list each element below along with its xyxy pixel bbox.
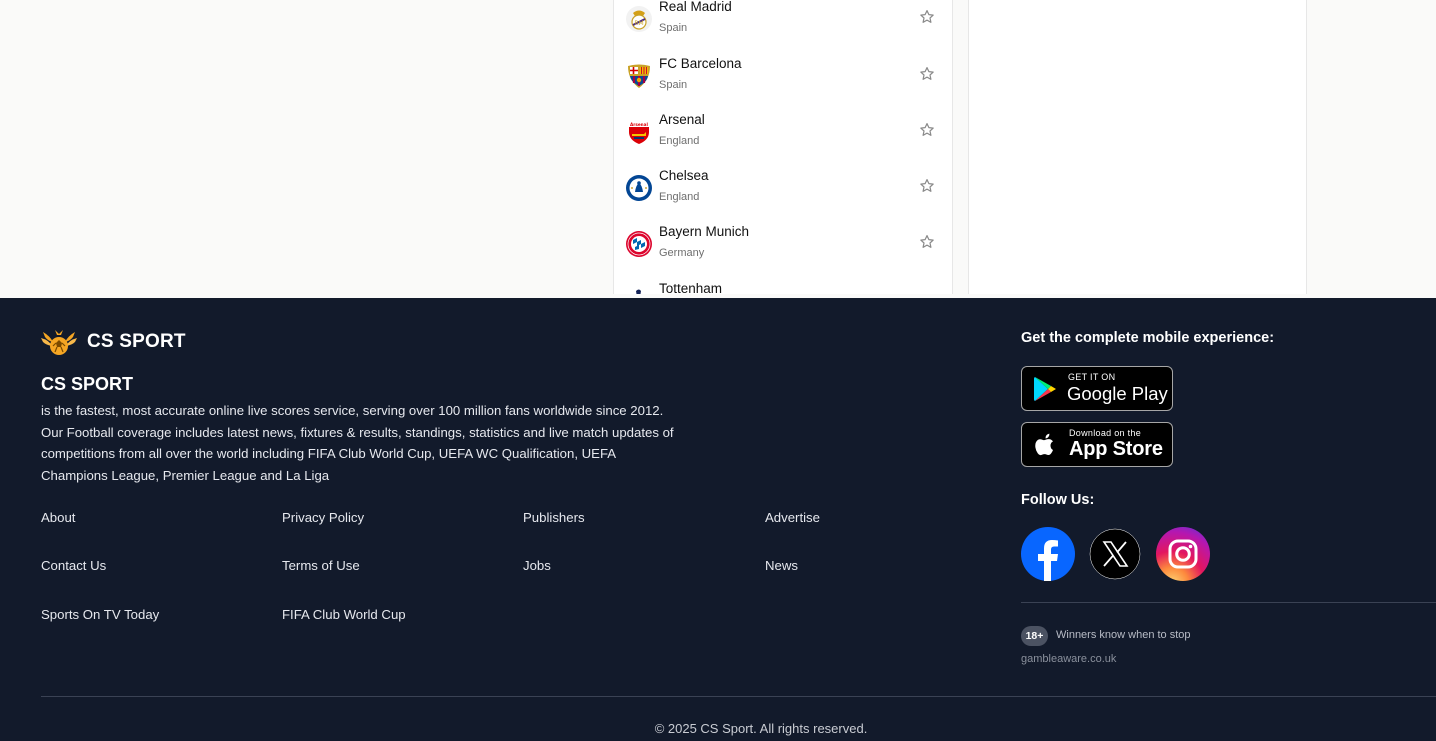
brand-heading: CS SPORT <box>41 374 134 394</box>
winged-ball-logo-icon <box>41 326 77 358</box>
fc-barcelona-crest <box>625 62 653 90</box>
star-outline-icon[interactable] <box>919 178 935 194</box>
star-outline-icon[interactable] <box>919 66 935 82</box>
google-play-icon <box>1031 375 1059 403</box>
google-play-big-text: Google Play <box>1067 383 1168 404</box>
logo-text: CS SPORT <box>87 331 186 352</box>
team-name: Bayern Munich <box>659 224 750 239</box>
team-name: Real Madrid <box>659 0 732 14</box>
site-footer: CS SPORT CS SPORT is the fastest, most a… <box>0 298 1436 741</box>
team-row[interactable]: Arsenal Arsenal England <box>614 112 952 168</box>
google-play-button[interactable]: GET IT ON Google Play <box>1021 366 1173 411</box>
google-play-small-text: GET IT ON <box>1068 372 1116 382</box>
team-row[interactable]: RM Real Madrid Spain <box>614 0 952 55</box>
footer-link-terms-of-use[interactable]: Terms of Use <box>282 558 360 573</box>
team-country: Germany <box>659 247 705 259</box>
side-panel <box>968 0 1307 294</box>
copyright-text: © 2025 CS Sport. All rights reserved. <box>654 721 868 736</box>
popular-teams-list: RM Real Madrid Spain FC Barcelona Spain … <box>613 0 953 294</box>
app-store-big-text: App Store <box>1069 438 1163 460</box>
gambleaware-link[interactable]: gambleaware.co.uk <box>1021 653 1116 665</box>
star-outline-icon[interactable] <box>919 9 935 25</box>
footer-link-privacy-policy[interactable]: Privacy Policy <box>282 510 364 525</box>
main-content: RM Real Madrid Spain FC Barcelona Spain … <box>0 0 1436 298</box>
footer-bottom-divider <box>41 696 1436 697</box>
footer-link-publishers[interactable]: Publishers <box>523 510 585 525</box>
svg-text:RM: RM <box>634 20 643 27</box>
brand-description: is the fastest, most accurate online liv… <box>41 403 674 483</box>
follow-us-title: Follow Us: <box>1021 492 1095 508</box>
apple-icon <box>1031 431 1059 459</box>
footer-link-contact-us[interactable]: Contact Us <box>41 558 106 573</box>
footer-link-news[interactable]: News <box>765 558 798 573</box>
star-outline-icon[interactable] <box>919 122 935 138</box>
chelsea-crest <box>625 174 653 202</box>
responsible-gambling-text: Winners know when to stop <box>1056 629 1191 641</box>
footer-link-advertise[interactable]: Advertise <box>765 510 820 525</box>
team-country: England <box>659 135 700 147</box>
team-row[interactable]: Tottenham <box>614 281 952 294</box>
footer-link-fifa-club-world-cup[interactable]: FIFA Club World Cup <box>282 607 406 622</box>
arsenal-crest: Arsenal <box>625 118 653 146</box>
instagram-icon[interactable] <box>1156 527 1210 581</box>
team-name: FC Barcelona <box>659 56 742 71</box>
svg-text:Arsenal: Arsenal <box>630 122 648 127</box>
team-name: Chelsea <box>659 168 709 183</box>
team-row[interactable]: Chelsea England <box>614 168 952 224</box>
footer-divider <box>1021 602 1436 603</box>
footer-link-sports-on-tv-today[interactable]: Sports On TV Today <box>41 607 159 622</box>
age-restriction-badge: 18+ <box>1021 626 1048 646</box>
cs-sport-logo[interactable]: CS SPORT <box>41 326 186 358</box>
team-name: Tottenham <box>659 281 723 294</box>
footer-link-about[interactable]: About <box>41 510 75 525</box>
team-row[interactable]: FC Barcelona Spain <box>614 56 952 112</box>
app-store-small-text: Download on the <box>1069 428 1142 438</box>
star-outline-icon[interactable] <box>919 234 935 250</box>
team-row[interactable]: Bayern Munich Germany <box>614 224 952 280</box>
team-country: England <box>659 191 700 203</box>
footer-link-jobs[interactable]: Jobs <box>523 558 551 573</box>
team-name: Arsenal <box>659 112 705 127</box>
team-country: Spain <box>659 22 688 34</box>
x-icon[interactable] <box>1088 527 1142 581</box>
app-store-button[interactable]: Download on the App Store <box>1021 422 1173 467</box>
team-country: Spain <box>659 79 688 91</box>
real-madrid-crest: RM <box>625 5 653 33</box>
tottenham-crest <box>625 285 653 294</box>
mobile-experience-title: Get the complete mobile experience: <box>1021 330 1275 346</box>
facebook-icon[interactable] <box>1021 527 1075 581</box>
bayern-munich-crest <box>625 230 653 258</box>
